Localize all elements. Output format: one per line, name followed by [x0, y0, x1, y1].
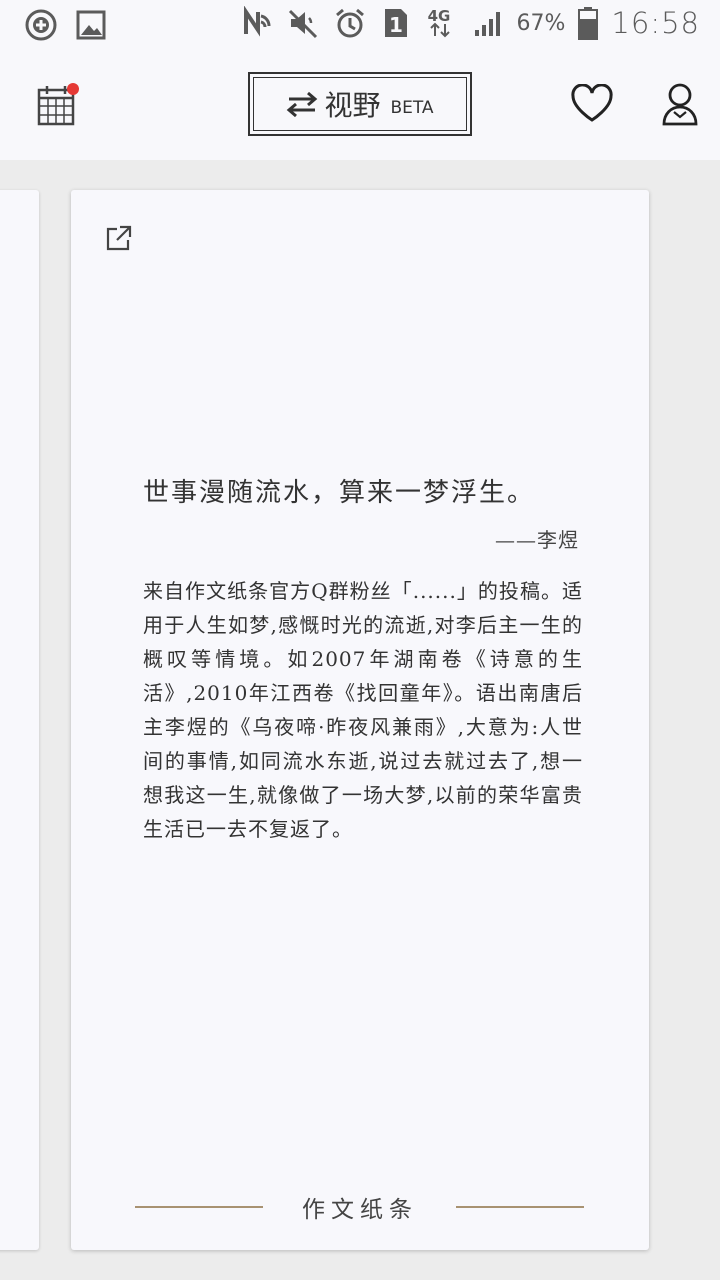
sim-1-icon: 1 — [384, 9, 407, 37]
add-circle-icon — [25, 9, 57, 41]
view-toggle-frame: 视野 BETA — [253, 77, 467, 131]
app-bar: 视野 BETA — [0, 52, 720, 160]
calendar-icon[interactable] — [36, 82, 80, 128]
quote-author: ——李煜 — [495, 528, 579, 552]
nfc-icon — [243, 6, 271, 37]
svg-text:1: 1 — [389, 13, 403, 37]
swap-arrows-icon — [287, 91, 318, 117]
quote-description: 来自作文纸条官方Q群粉丝「......」的投稿。适用于人生如梦,感慨时光的流逝,… — [143, 579, 583, 841]
previous-card[interactable] — [0, 190, 39, 1250]
quote-card[interactable]: 世事漫随流水，算来一梦浮生。 ——李煜 来自作文纸条官方Q群粉丝「......」… — [71, 190, 649, 1250]
battery-icon — [578, 7, 599, 40]
quote-text: 世事漫随流水，算来一梦浮生。 — [143, 478, 536, 508]
status-right: 1 4G 67% 16:58 — [241, 6, 700, 40]
status-time: 16:58 — [611, 6, 700, 40]
mute-icon — [288, 9, 317, 39]
view-toggle-label: 视野 — [324, 89, 381, 122]
user-icon[interactable] — [660, 82, 700, 128]
heart-icon[interactable] — [570, 84, 614, 124]
network-4g-icon: 4G — [427, 7, 450, 38]
beta-badge: BETA — [390, 98, 434, 118]
svg-text:4G: 4G — [427, 7, 450, 25]
status-left — [24, 8, 108, 42]
alarm-icon — [335, 8, 364, 38]
view-toggle-button[interactable]: 视野 BETA — [248, 72, 472, 136]
notification-dot — [67, 83, 79, 95]
signal-icon — [474, 12, 500, 36]
status-bar: 1 4G 67% 16:58 — [0, 0, 720, 52]
footer-divider-right — [456, 1206, 584, 1208]
battery-percent: 67% — [516, 10, 566, 36]
image-icon — [76, 10, 106, 40]
share-external-icon[interactable] — [105, 224, 133, 252]
